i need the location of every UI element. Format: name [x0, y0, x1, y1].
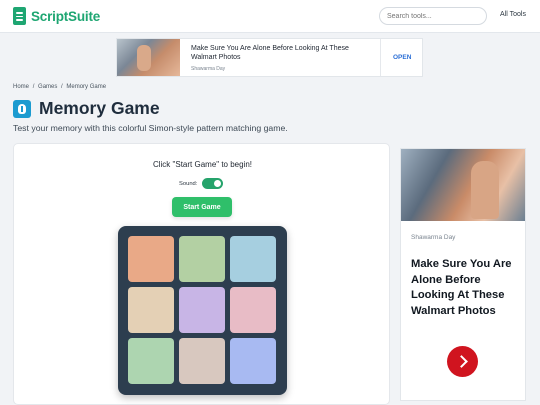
- page-subtitle: Test your memory with this colorful Simo…: [13, 123, 288, 133]
- memory-tile[interactable]: [230, 287, 276, 333]
- brand-name: ScriptSuite: [31, 8, 101, 24]
- all-tools-link[interactable]: All Tools: [500, 11, 526, 18]
- game-board: [118, 226, 287, 395]
- sound-label: Sound:: [179, 180, 198, 187]
- breadcrumb-home[interactable]: Home: [13, 84, 29, 90]
- ad-image: [401, 149, 525, 221]
- memory-tile[interactable]: [179, 338, 225, 384]
- ad-open-button[interactable]: OPEN: [393, 54, 411, 61]
- memory-tile[interactable]: [230, 236, 276, 282]
- sound-toggle[interactable]: [202, 178, 224, 189]
- brain-icon: [13, 99, 31, 118]
- brand-logo[interactable]: ScriptSuite: [13, 7, 100, 25]
- breadcrumb: Home / Games / Memory Game: [13, 84, 108, 90]
- sidebar-ad[interactable]: Shawarma Day Make Sure You Are Alone Bef…: [400, 148, 526, 401]
- chevron-right-icon[interactable]: [447, 346, 478, 377]
- ad-banner[interactable]: Make Sure You Are Alone Before Looking A…: [116, 38, 423, 77]
- game-card: Click "Start Game" to begin! Sound: Star…: [13, 143, 390, 405]
- memory-tile[interactable]: [230, 338, 276, 384]
- ad-source: Shawarma Day: [411, 234, 456, 241]
- memory-tile[interactable]: [128, 236, 174, 282]
- ad-headline: Make Sure You Are Alone Before Looking A…: [411, 258, 512, 317]
- ad-source: Shawarma Day: [191, 66, 226, 72]
- start-game-button[interactable]: Start Game: [172, 197, 232, 217]
- memory-tile[interactable]: [128, 287, 174, 333]
- sound-control: Sound:: [179, 178, 224, 189]
- game-status: Click "Start Game" to begin!: [152, 160, 253, 169]
- breadcrumb-separator: /: [32, 84, 35, 90]
- page-title: Memory Game: [39, 98, 160, 118]
- ad-headline: Make Sure You Are Alone Before Looking A…: [191, 45, 349, 61]
- top-navbar: ScriptSuite All Tools: [0, 0, 540, 33]
- ad-divider: [380, 39, 381, 76]
- memory-tile[interactable]: [128, 338, 174, 384]
- search-input[interactable]: [379, 7, 487, 25]
- breadcrumb-separator: /: [61, 84, 63, 90]
- memory-tile[interactable]: [179, 287, 225, 333]
- breadcrumb-games[interactable]: Games: [38, 84, 57, 90]
- ad-thumbnail: [117, 39, 180, 76]
- memory-tile[interactable]: [179, 236, 225, 282]
- breadcrumb-current: Memory Game: [66, 84, 107, 90]
- document-icon: [13, 7, 26, 25]
- page-header: Memory Game: [13, 98, 160, 119]
